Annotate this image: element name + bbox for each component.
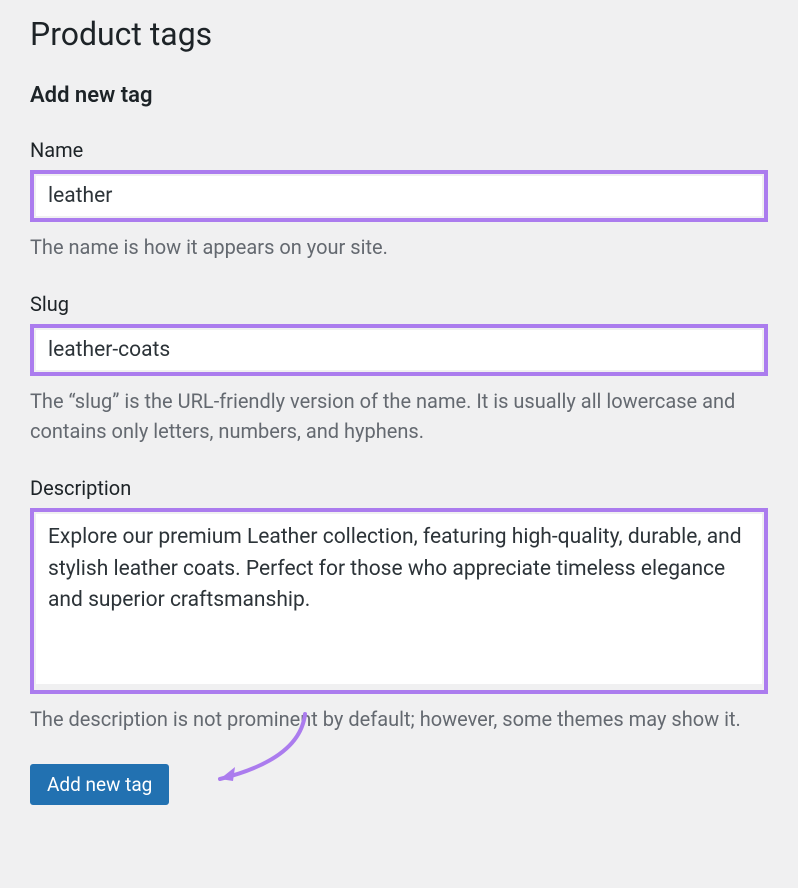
slug-field-group: Slug The “slug” is the URL-friendly vers…	[30, 292, 768, 446]
slug-help-text: The “slug” is the URL-friendly version o…	[30, 386, 768, 446]
description-label: Description	[30, 476, 768, 500]
description-help-text: The description is not prominent by defa…	[30, 704, 768, 734]
submit-area: Add new tag	[30, 764, 768, 805]
name-highlight-box	[30, 170, 768, 222]
slug-label: Slug	[30, 292, 768, 316]
slug-highlight-box	[30, 324, 768, 376]
name-help-text: The name is how it appears on your site.	[30, 232, 768, 262]
name-field-group: Name The name is how it appears on your …	[30, 138, 768, 262]
section-title: Add new tag	[30, 83, 768, 108]
description-highlight-box: Explore our premium Leather collection, …	[30, 508, 768, 694]
name-label: Name	[30, 138, 768, 162]
add-new-tag-button[interactable]: Add new tag	[30, 764, 169, 805]
description-field-group: Description Explore our premium Leather …	[30, 476, 768, 734]
page-title: Product tags	[30, 15, 768, 53]
name-input[interactable]	[36, 176, 762, 216]
slug-input[interactable]	[36, 330, 762, 370]
description-textarea[interactable]: Explore our premium Leather collection, …	[36, 514, 762, 684]
